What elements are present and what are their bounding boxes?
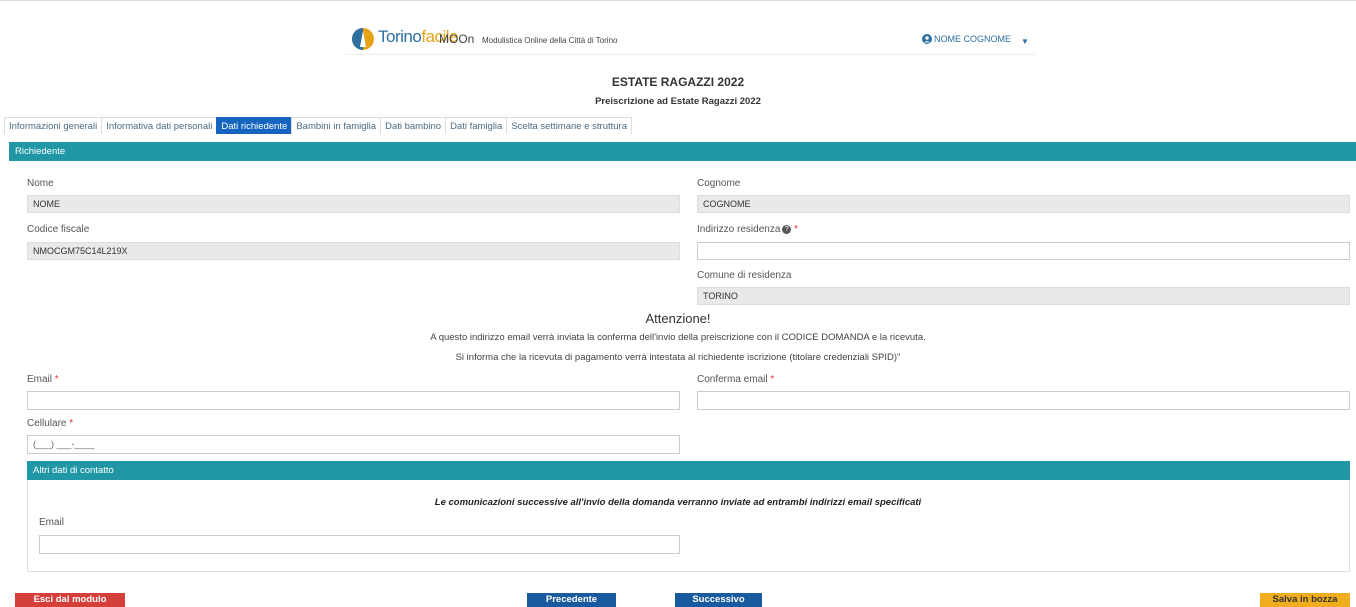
email-label-text: Email — [27, 374, 53, 385]
conferma-email-input[interactable] — [697, 391, 1350, 410]
user-circle-icon — [922, 34, 932, 44]
previous-button[interactable]: Precedente — [527, 593, 616, 607]
altri-email-label: Email — [39, 517, 65, 528]
altri-dati-note: Le comunicazioni successive all'invio de… — [434, 497, 922, 508]
required-mark: * — [770, 374, 775, 385]
page-subtitle: Preiscrizione ad Estate Ragazzi 2022 — [595, 96, 761, 107]
attention-line-1: A questo indirizzo email verrà inviata l… — [430, 332, 926, 343]
comune-label: Comune di residenza — [697, 270, 792, 281]
user-menu[interactable]: NOME COGNOME — [922, 34, 1011, 44]
tab-informazioni-generali[interactable]: Informazioni generali — [4, 117, 103, 134]
header-divider — [345, 54, 1035, 55]
attention-line-2: Si informa che la ricevuta di pagamento … — [455, 352, 901, 363]
tab-dati-bambino[interactable]: Dati bambino — [380, 117, 447, 134]
torinofacile-logo-icon — [352, 28, 374, 50]
tab-informativa-dati-personali[interactable]: Informativa dati personali — [101, 117, 218, 134]
cellulare-input[interactable]: (___) ___-____ — [27, 435, 680, 454]
cellulare-label-text: Cellulare — [27, 418, 67, 429]
next-button[interactable]: Successivo — [675, 593, 762, 607]
required-mark: * — [54, 374, 59, 385]
user-name: NOME COGNOME — [934, 34, 1012, 44]
indirizzo-label: Indirizzo residenza? * — [697, 224, 798, 235]
nome-field[interactable]: NOME — [27, 195, 680, 213]
tab-scelta-settimane[interactable]: Scelta settimane e struttura — [506, 117, 632, 134]
app-name: MOOn — [439, 32, 475, 46]
top-divider — [0, 0, 1356, 1]
conferma-email-label-text: Conferma email — [697, 374, 768, 385]
save-draft-button[interactable]: Salva in bozza — [1260, 593, 1350, 607]
email-input[interactable] — [27, 391, 680, 410]
codice-fiscale-label: Codice fiscale — [27, 224, 90, 235]
cellulare-label: Cellulare * — [27, 418, 73, 429]
required-mark: * — [69, 418, 74, 429]
cognome-field[interactable]: COGNOME — [697, 195, 1350, 213]
altri-dati-header: Altri dati di contatto — [27, 461, 1350, 480]
email-label: Email * — [27, 374, 59, 385]
tab-bar: Informazioni generali Informativa dati p… — [4, 117, 632, 134]
codice-fiscale-field[interactable]: NMOCGM75C14L219X — [27, 242, 680, 260]
page-title: ESTATE RAGAZZI 2022 — [611, 75, 745, 89]
help-icon[interactable]: ? — [782, 224, 792, 234]
indirizzo-residenza-input[interactable] — [697, 242, 1350, 260]
cognome-label: Cognome — [697, 178, 741, 189]
required-mark: * — [794, 224, 799, 235]
conferma-email-label: Conferma email * — [697, 374, 774, 385]
comune-residenza-field[interactable]: TORINO — [697, 287, 1350, 305]
tab-dati-richiedente[interactable]: Dati richiedente — [216, 117, 293, 134]
caret-down-icon[interactable]: ▼ — [1021, 37, 1029, 46]
app-subtitle: Modulistica Online della Città di Torino — [482, 36, 618, 45]
altri-email-input[interactable] — [39, 535, 680, 554]
section-header-richiedente: Richiedente — [9, 142, 1356, 161]
indirizzo-label-text: Indirizzo residenza — [697, 224, 781, 235]
logo-part1: Torino — [378, 27, 422, 46]
exit-form-button[interactable]: Esci dal modulo — [15, 593, 125, 607]
tab-bambini-in-famiglia[interactable]: Bambini in famiglia — [291, 117, 382, 134]
tab-dati-famiglia[interactable]: Dati famiglia — [445, 117, 508, 134]
attention-heading: Attenzione! — [645, 311, 711, 326]
nome-label: Nome — [27, 178, 54, 189]
